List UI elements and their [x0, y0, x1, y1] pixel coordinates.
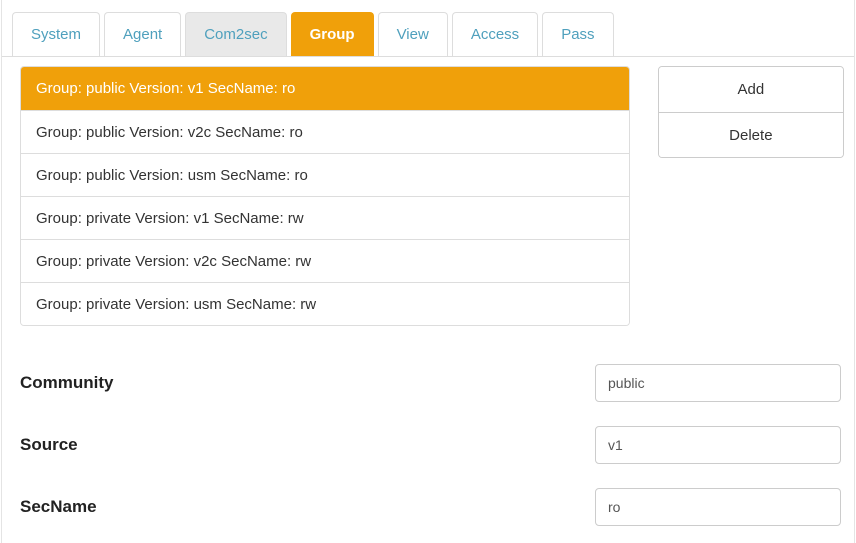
tab-pass[interactable]: Pass	[542, 12, 613, 56]
form-row-source: Source	[20, 426, 844, 464]
tab-system[interactable]: System	[12, 12, 100, 56]
list-item[interactable]: Group: private Version: v2c SecName: rw	[21, 239, 629, 282]
config-panel: System Agent Com2sec Group View Access P…	[1, 0, 855, 543]
add-button[interactable]: Add	[659, 67, 843, 112]
group-form: Community Source SecName	[20, 364, 844, 526]
tab-access[interactable]: Access	[452, 12, 538, 56]
list-item[interactable]: Group: public Version: v1 SecName: ro	[21, 67, 629, 110]
list-action-buttons: Add Delete	[658, 66, 844, 158]
list-item[interactable]: Group: public Version: usm SecName: ro	[21, 153, 629, 196]
list-item[interactable]: Group: public Version: v2c SecName: ro	[21, 110, 629, 153]
tab-content-group: Group: public Version: v1 SecName: ro Gr…	[2, 57, 854, 526]
list-item[interactable]: Group: private Version: usm SecName: rw	[21, 282, 629, 325]
secname-input[interactable]	[595, 488, 841, 526]
secname-label: SecName	[20, 497, 97, 517]
tab-view[interactable]: View	[378, 12, 448, 56]
form-row-secname: SecName	[20, 488, 844, 526]
tab-bar: System Agent Com2sec Group View Access P…	[2, 0, 854, 57]
community-input[interactable]	[595, 364, 841, 402]
tab-com2sec[interactable]: Com2sec	[185, 12, 286, 56]
source-input[interactable]	[595, 426, 841, 464]
form-row-community: Community	[20, 364, 844, 402]
tab-agent[interactable]: Agent	[104, 12, 181, 56]
group-list: Group: public Version: v1 SecName: ro Gr…	[20, 66, 630, 326]
tab-group[interactable]: Group	[291, 12, 374, 56]
list-and-actions-row: Group: public Version: v1 SecName: ro Gr…	[20, 66, 844, 326]
community-label: Community	[20, 373, 114, 393]
source-label: Source	[20, 435, 78, 455]
list-item[interactable]: Group: private Version: v1 SecName: rw	[21, 196, 629, 239]
delete-button[interactable]: Delete	[659, 112, 843, 157]
